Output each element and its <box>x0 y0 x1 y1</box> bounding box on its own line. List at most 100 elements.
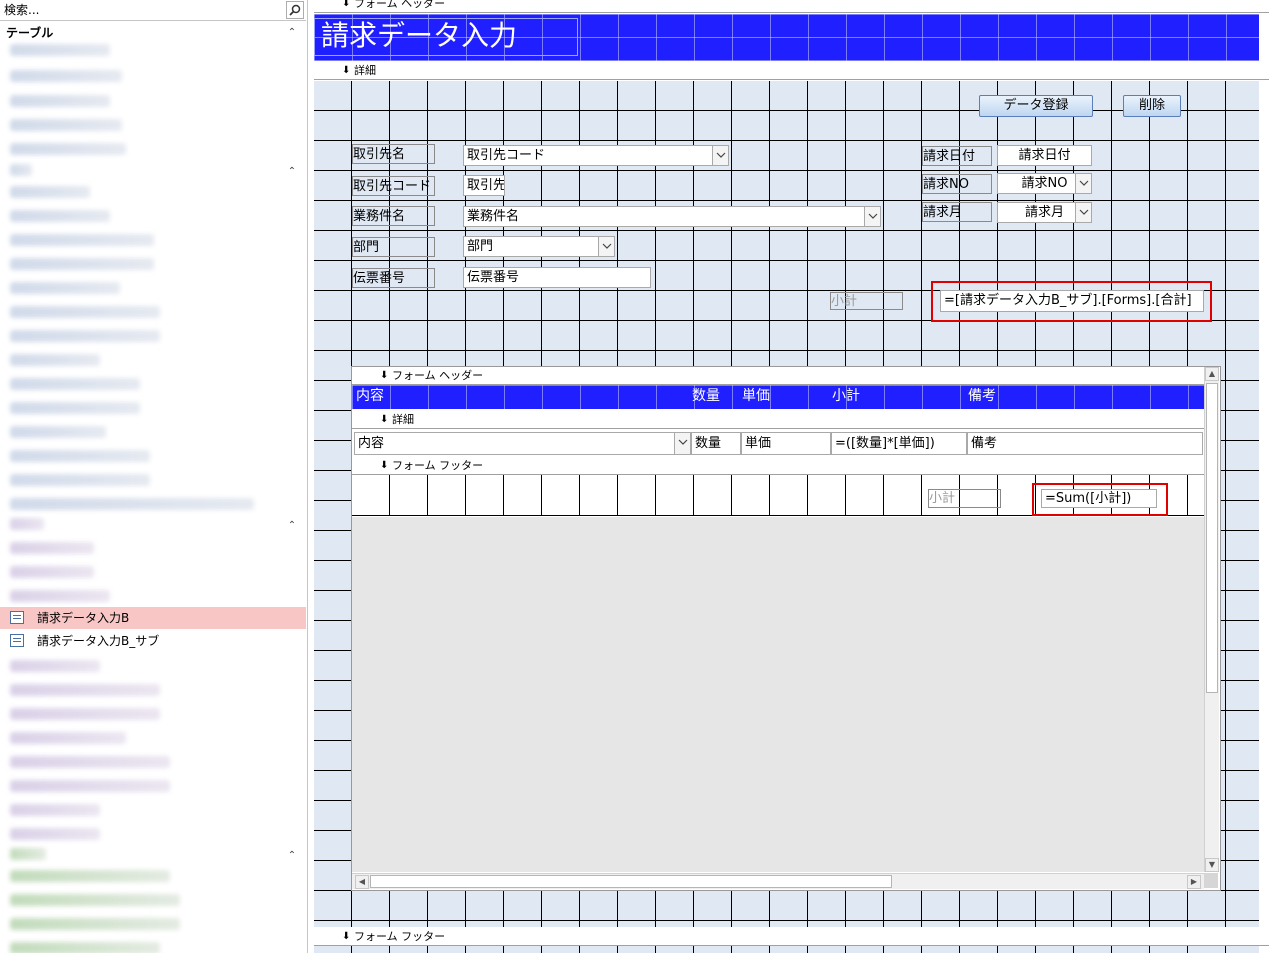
detail-section-bar[interactable]: ⬇ 詳細 <box>314 62 1269 80</box>
search-icon[interactable] <box>286 1 304 19</box>
subform-footer-section-bar[interactable]: ⬇ フォーム フッター <box>352 457 1204 475</box>
blurred-list-item <box>10 306 160 318</box>
blurred-list-item <box>10 660 100 672</box>
section-label: フォーム ヘッダー <box>354 0 446 10</box>
section-arrow-icon: ⬇ <box>380 460 389 471</box>
scroll-down-icon[interactable]: ▼ <box>1205 858 1219 872</box>
department-combo[interactable]: 部門 <box>463 236 615 257</box>
client-name-combo[interactable]: 取引先コード <box>463 145 729 166</box>
billing-month-combo[interactable]: 請求月 <box>997 202 1092 223</box>
section-label: 詳細 <box>392 413 414 426</box>
chevron-down-icon[interactable] <box>712 146 728 165</box>
form-header-section-bar[interactable]: ⬇ フォーム ヘッダー <box>314 0 1269 13</box>
quantity-field[interactable]: 数量 <box>691 432 741 455</box>
blurred-list-item <box>10 210 110 222</box>
slip-number-label: 伝票番号 <box>352 268 435 288</box>
chevron-down-icon[interactable] <box>598 237 614 256</box>
highlight-box <box>931 281 1212 322</box>
blurred-list-item <box>10 330 160 342</box>
blurred-list-item <box>10 258 154 270</box>
blurred-list-item <box>10 70 122 82</box>
project-name-combo[interactable]: 業務件名 <box>463 206 881 227</box>
nav-group-tables[interactable]: テーブル <box>6 24 53 41</box>
collapse-icon[interactable]: ⌃ <box>286 166 298 178</box>
form-footer-section-bar[interactable]: ⬇ フォーム フッター <box>314 928 1269 946</box>
combo-value: 部門 <box>467 239 494 254</box>
blurred-list-item <box>10 498 254 510</box>
combo-value: 内容 <box>358 436 385 451</box>
billing-month-label: 請求月 <box>922 202 992 222</box>
highlight-box <box>1032 483 1168 516</box>
subtotal-expression-field[interactable]: =([数量]*[単価]) <box>831 432 967 455</box>
unit-price-field[interactable]: 単価 <box>741 432 831 455</box>
blurred-list-item <box>10 143 126 155</box>
page-title[interactable]: 請求データ入力 <box>314 18 578 56</box>
client-code-field[interactable]: 取引先 <box>463 175 505 196</box>
section-label: フォーム フッター <box>392 459 484 472</box>
billing-no-combo[interactable]: 請求NO <box>997 173 1092 194</box>
scroll-thumb[interactable] <box>370 875 892 888</box>
collapse-icon[interactable]: ⌃ <box>286 520 298 532</box>
blurred-list-item <box>10 164 32 176</box>
blurred-list-item <box>10 44 110 56</box>
nav-search-input[interactable] <box>2 1 286 19</box>
blurred-list-item <box>10 756 170 768</box>
form-icon <box>10 634 24 647</box>
chevron-down-icon[interactable] <box>1075 174 1091 193</box>
blurred-list-item <box>10 732 126 744</box>
blurred-list-item <box>10 518 44 530</box>
blurred-list-item <box>10 708 160 720</box>
combo-value: 請求NO <box>1021 176 1068 191</box>
section-arrow-icon: ⬇ <box>342 931 351 942</box>
section-arrow-icon: ⬇ <box>380 370 389 381</box>
blurred-list-item <box>10 942 160 953</box>
blurred-list-item <box>10 186 90 198</box>
subform-horizontal-scrollbar[interactable]: ◀ ▶ <box>352 873 1204 889</box>
scroll-right-icon[interactable]: ▶ <box>1187 875 1201 889</box>
scroll-up-icon[interactable]: ▲ <box>1205 367 1219 381</box>
nav-item-billing-subform[interactable]: 請求データ入力B_サブ <box>0 630 306 652</box>
blurred-list-item <box>10 780 170 792</box>
blurred-list-item <box>10 402 140 414</box>
collapse-icon[interactable]: ⌃ <box>286 27 298 39</box>
section-label: フォーム ヘッダー <box>392 369 484 382</box>
chevron-down-icon[interactable] <box>864 207 880 226</box>
collapse-icon[interactable]: ⌃ <box>286 850 298 862</box>
section-arrow-icon: ⬇ <box>342 0 351 9</box>
scrollbar-corner <box>1204 873 1218 888</box>
nav-item-label: 請求データ入力B_サブ <box>37 634 160 648</box>
form-design-surface: ⬇ フォーム ヘッダー 請求データ入力 ⬇ 詳細 データ登録 削除 取引先名 取… <box>308 0 1269 953</box>
register-data-button[interactable]: データ登録 <box>979 95 1093 117</box>
blurred-list-item <box>10 918 180 930</box>
blurred-list-item <box>10 894 180 906</box>
delete-button[interactable]: 削除 <box>1123 95 1181 117</box>
blurred-list-item <box>10 450 150 462</box>
section-label: 詳細 <box>354 64 376 77</box>
subform-detail-section-bar[interactable]: ⬇ 詳細 <box>352 411 1204 429</box>
slip-number-field[interactable]: 伝票番号 <box>463 267 651 288</box>
col-header-quantity: 数量 <box>692 388 720 404</box>
blurred-list-item <box>10 282 120 294</box>
subtotal-label: 小計 <box>830 292 903 310</box>
content-combo[interactable]: 内容 <box>354 432 691 455</box>
blurred-list-item <box>10 684 160 696</box>
scroll-thumb[interactable] <box>1206 383 1218 693</box>
scroll-left-icon[interactable]: ◀ <box>355 875 369 889</box>
section-arrow-icon: ⬇ <box>380 414 389 425</box>
col-header-content: 内容 <box>356 388 384 404</box>
chevron-down-icon[interactable] <box>1075 203 1091 222</box>
billing-no-label: 請求NO <box>922 174 992 194</box>
billing-date-field[interactable]: 請求日付 <box>997 145 1092 166</box>
blurred-list-item <box>10 234 154 246</box>
subform-header-section-bar[interactable]: ⬇ フォーム ヘッダー <box>352 367 1204 385</box>
blurred-list-item <box>10 378 140 390</box>
footer-subtotal-label: 小計 <box>928 489 1001 508</box>
nav-item-billing-form[interactable]: 請求データ入力B <box>0 607 306 629</box>
billing-date-label: 請求日付 <box>922 146 992 166</box>
blurred-list-item <box>10 119 122 131</box>
subform-vertical-scrollbar[interactable]: ▲ ▼ <box>1204 367 1219 872</box>
form-icon <box>10 611 24 624</box>
combo-value: 業務件名 <box>467 209 520 224</box>
chevron-down-icon[interactable] <box>674 433 690 454</box>
remarks-field[interactable]: 備考 <box>967 432 1203 455</box>
